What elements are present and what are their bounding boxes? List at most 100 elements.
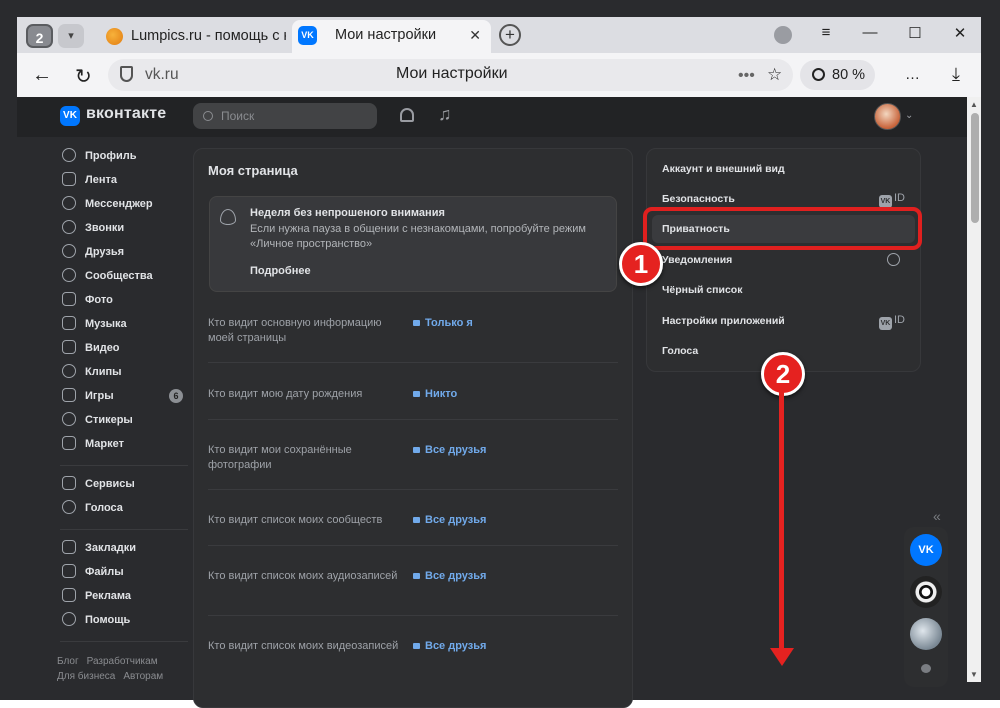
back-arrow-icon[interactable]: ←	[32, 64, 52, 87]
maximize-button[interactable]: ☐	[905, 24, 925, 42]
shield-icon[interactable]	[120, 66, 133, 82]
sidebar-item-calls[interactable]: Звонки	[60, 220, 190, 244]
minimize-button[interactable]: —	[860, 24, 880, 41]
sidebar-item-communities[interactable]: Сообщества	[60, 268, 190, 292]
promo-text: Если нужна пауза в общении с незнакомцам…	[250, 223, 586, 250]
bookmark-icon[interactable]: ☆	[767, 65, 782, 85]
row-divider	[208, 419, 618, 420]
footer-link-business[interactable]: Для бизнеса	[57, 671, 115, 682]
tab-lumpics[interactable]: Lumpics.ru - помощь с ко	[100, 22, 286, 51]
sidebar-label: Стикеры	[85, 414, 133, 426]
lotus-icon	[220, 209, 236, 225]
sidebar-item-clips[interactable]: Клипы	[60, 364, 190, 388]
close-tab-icon[interactable]: ✕	[469, 20, 481, 51]
profile-icon	[62, 148, 76, 162]
reload-icon[interactable]: ↻	[75, 64, 92, 89]
sidebar-item-music[interactable]: Музыка	[60, 316, 190, 340]
sidebar-item-feed[interactable]: Лента	[60, 172, 190, 196]
close-window-button[interactable]: ✕	[950, 24, 970, 42]
scroll-up-icon[interactable]: ▲	[970, 100, 978, 109]
chat-bubble-icon[interactable]	[921, 664, 931, 673]
music-note-icon[interactable]: ♫	[438, 104, 452, 125]
privacy-question: Кто видит основную информацию моей стран…	[208, 317, 382, 344]
collapse-chats-icon[interactable]: «	[933, 508, 941, 524]
sidebar-label: Игры	[85, 390, 114, 402]
sidebar-item-friends[interactable]: Друзья	[60, 244, 190, 268]
privacy-value-dropdown[interactable]: Все друзья	[413, 513, 486, 528]
search-icon	[203, 111, 213, 121]
vk-id-icon: VK	[879, 317, 892, 330]
sidebar-label: Помощь	[85, 614, 131, 626]
tab-vk-settings[interactable]: VK Мои настройки ✕	[292, 20, 491, 53]
tab-title: Lumpics.ru - помощь с ко	[131, 28, 286, 44]
privacy-question: Кто видит мои сохранённые фотографии	[208, 444, 352, 471]
sidebar-item-votes[interactable]: Голоса	[60, 500, 190, 524]
menu-item-security[interactable]: Безопасность	[662, 193, 735, 205]
sidebar-label: Сервисы	[85, 478, 135, 490]
vk-logo-icon[interactable]: VK	[60, 106, 80, 126]
chevron-down-icon[interactable]: ⌄	[905, 110, 913, 121]
bookmark-icon	[62, 540, 76, 554]
privacy-value-dropdown[interactable]: Никто	[413, 387, 457, 402]
sidebar-item-help[interactable]: Помощь	[60, 612, 190, 636]
sidebar-item-files[interactable]: Файлы	[60, 564, 190, 588]
download-icon[interactable]: ⤓	[952, 64, 960, 85]
sidebar-label: Мессенджер	[85, 198, 153, 210]
tab-count-button[interactable]: 2	[26, 24, 53, 48]
privacy-value-dropdown[interactable]: Все друзья	[413, 443, 486, 458]
sidebar-item-stickers[interactable]: Стикеры	[60, 412, 190, 436]
tab-title: Мои настройки	[335, 27, 437, 43]
menu-icon[interactable]: ≡	[816, 24, 836, 41]
search-input[interactable]: Поиск	[193, 103, 377, 129]
browser-profile-icon[interactable]	[774, 26, 792, 44]
sidebar-item-messenger[interactable]: Мессенджер	[60, 196, 190, 220]
menu-item-account[interactable]: Аккаунт и внешний вид	[662, 163, 785, 175]
vk-chat-avatar[interactable]: VK	[910, 534, 942, 566]
sidebar-item-services[interactable]: Сервисы	[60, 476, 190, 500]
row-divider	[208, 362, 618, 363]
footer-link-developers[interactable]: Разработчикам	[87, 656, 158, 667]
address-page-title: Мои настройки	[396, 65, 508, 82]
tabs-dropdown-button[interactable]: ▾	[58, 24, 84, 48]
sidebar-label: Файлы	[85, 566, 124, 578]
sidebar-item-video[interactable]: Видео	[60, 340, 190, 364]
sidebar-label: Видео	[85, 342, 120, 354]
zoom-level: 80 %	[832, 67, 866, 83]
id-label: ID	[894, 192, 905, 204]
sidebar-item-photos[interactable]: Фото	[60, 292, 190, 316]
chat-avatar-eye[interactable]	[910, 576, 942, 608]
more-dots-icon[interactable]: •••	[738, 67, 755, 85]
url-text: vk.ru	[145, 66, 179, 83]
arrow-head	[770, 648, 794, 666]
communities-icon	[62, 268, 76, 282]
privacy-value-dropdown[interactable]: Все друзья	[413, 639, 486, 654]
vk-favicon-icon: VK	[298, 25, 317, 45]
more-menu-icon[interactable]: …	[905, 66, 920, 83]
menu-item-notifications[interactable]: Уведомления	[662, 254, 732, 266]
user-avatar[interactable]	[874, 103, 901, 130]
sidebar-label: Маркет	[85, 438, 124, 450]
sidebar-item-profile[interactable]: Профиль	[60, 148, 190, 172]
promo-more-link[interactable]: Подробнее	[250, 265, 311, 277]
sidebar-label: Лента	[85, 174, 117, 186]
new-tab-button[interactable]: +	[499, 24, 521, 46]
menu-item-blacklist[interactable]: Чёрный список	[662, 284, 742, 296]
sidebar-item-bookmarks[interactable]: Закладки	[60, 540, 190, 564]
scrollbar-thumb[interactable]	[971, 113, 979, 223]
menu-item-app-settings[interactable]: Настройки приложений	[662, 315, 785, 327]
sidebar-item-market[interactable]: Маркет	[60, 436, 190, 460]
zoom-button[interactable]: 80 %	[800, 60, 875, 90]
menu-item-votes[interactable]: Голоса	[662, 345, 698, 357]
sidebar-item-ads[interactable]: Реклама	[60, 588, 190, 612]
privacy-value-dropdown[interactable]: Только я	[413, 316, 473, 331]
chat-avatar-photo[interactable]	[910, 618, 942, 650]
scroll-down-icon[interactable]: ▼	[970, 670, 978, 679]
privacy-value-dropdown[interactable]: Все друзья	[413, 569, 486, 584]
sidebar-item-games[interactable]: Игры 6	[60, 388, 190, 412]
sidebar-label: Фото	[85, 294, 113, 306]
footer-link-blog[interactable]: Блог	[57, 656, 79, 667]
step-marker-1: 1	[619, 242, 663, 286]
footer-link-authors[interactable]: Авторам	[123, 671, 163, 682]
vk-brand-name[interactable]: вконтакте	[86, 105, 166, 123]
notifications-bell-icon[interactable]	[400, 108, 414, 122]
